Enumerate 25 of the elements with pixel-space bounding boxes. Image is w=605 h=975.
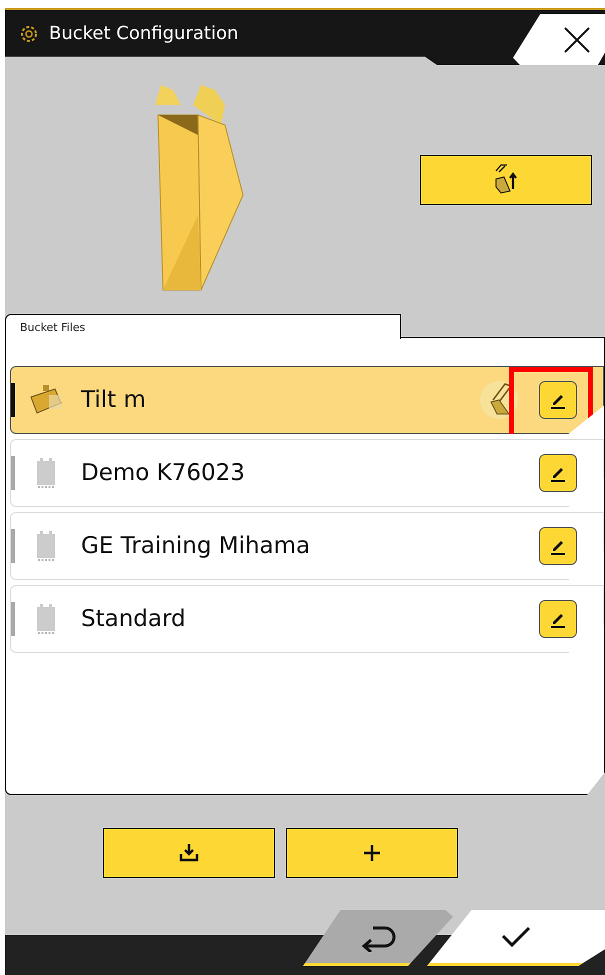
file-name: GE Training Mihama bbox=[81, 533, 312, 559]
bucket-file-row[interactable]: GE Training Mihama bbox=[10, 512, 604, 580]
bucket-arrow-icon bbox=[493, 162, 519, 196]
file-name: Standard bbox=[81, 606, 187, 632]
check-icon bbox=[501, 926, 531, 948]
close-icon bbox=[563, 26, 591, 54]
import-button[interactable] bbox=[102, 828, 274, 878]
edit-button[interactable] bbox=[539, 381, 577, 419]
file-name: Tilt m bbox=[81, 387, 147, 413]
edit-button[interactable] bbox=[539, 527, 577, 565]
add-button[interactable] bbox=[286, 828, 458, 878]
bucket-capture-button[interactable] bbox=[420, 154, 592, 204]
confirm-button[interactable] bbox=[427, 910, 605, 966]
tab-label: Bucket Files bbox=[5, 314, 401, 339]
close-button[interactable] bbox=[513, 14, 605, 66]
file-name: Demo K76023 bbox=[81, 460, 246, 486]
bucket-file-row[interactable]: Tilt m bbox=[10, 366, 604, 434]
download-icon bbox=[178, 842, 200, 864]
gear-icon bbox=[19, 24, 39, 44]
bucket-file-row[interactable]: Standard bbox=[10, 585, 604, 653]
window-title: Bucket Configuration bbox=[49, 23, 238, 44]
plus-icon bbox=[362, 842, 382, 862]
edit-button[interactable] bbox=[539, 600, 577, 638]
edit-button[interactable] bbox=[539, 454, 577, 492]
bucket-file-row[interactable]: Demo K76023 bbox=[10, 439, 604, 507]
